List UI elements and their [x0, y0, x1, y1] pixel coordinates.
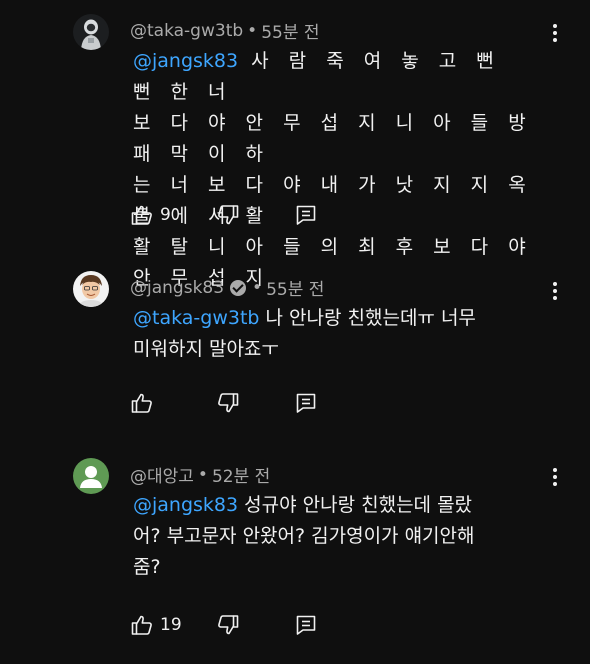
more-vertical-icon[interactable] — [548, 22, 562, 44]
mention-link[interactable]: @jangsk83 — [133, 494, 238, 516]
comment-meta: @taka-gw3tb • 55분 전 — [130, 18, 320, 44]
meta-separator: • — [247, 20, 258, 41]
like-button[interactable]: 9 — [130, 202, 171, 228]
author-handle[interactable]: @taka-gw3tb — [130, 21, 243, 41]
comment-time: 52분 전 — [211, 467, 271, 487]
comment-line: 줌? — [133, 556, 161, 578]
meta-separator: • — [252, 277, 263, 298]
like-count: 19 — [160, 615, 182, 635]
comment-line: 어? 부고문자 안왔어? 김가영이가 얘기안해 — [133, 525, 475, 547]
comment-meta: @jangsk83 • 55분 전 — [130, 275, 325, 301]
thumbs-down-icon — [218, 615, 239, 635]
reply-comment-icon — [296, 615, 316, 635]
comment-text: @taka-gw3tb 나 안나랑 친했는데ㅠ 너무 미워하지 말아죠ㅜ — [133, 303, 543, 365]
comment-line: 나 안나랑 친했는데ㅠ 너무 — [265, 307, 476, 329]
mention-link[interactable]: @taka-gw3tb — [133, 307, 259, 329]
avatar-default[interactable] — [73, 458, 109, 494]
comment-text: @jangsk83 사 람 죽 여 놓 고 뻔 뻔 한 너 보 다 야 안 무 … — [133, 46, 533, 294]
astronaut-avatar-icon — [73, 14, 109, 50]
reply-button[interactable] — [294, 612, 318, 638]
default-user-avatar-icon — [73, 458, 109, 494]
dislike-button[interactable] — [216, 612, 240, 638]
dislike-button[interactable] — [216, 202, 240, 228]
verified-check-icon — [230, 279, 247, 296]
like-count: 9 — [160, 205, 171, 225]
like-button[interactable] — [130, 390, 160, 416]
comment-line: 는 너 보 다 야 내 가 낫 지 지 옥 불 에 서 활 — [133, 174, 533, 227]
reply-comment-icon — [296, 393, 316, 413]
comment-time: 55분 전 — [261, 23, 320, 43]
comment-meta: @대앙고 • 52분 전 — [130, 462, 271, 488]
comment-line: 미워하지 말아죠ㅜ — [133, 338, 279, 360]
author-handle[interactable]: @jangsk83 — [130, 278, 224, 298]
comment-text: @jangsk83 성규야 안나랑 친했는데 몰랐 어? 부고문자 안왔어? 김… — [133, 490, 543, 583]
person-avatar-icon — [73, 271, 109, 307]
author-handle[interactable]: @대앙고 — [130, 462, 194, 487]
reply-button[interactable] — [294, 202, 318, 228]
reply-button[interactable] — [294, 390, 318, 416]
comment-line: 성규야 안나랑 친했는데 몰랐 — [244, 494, 473, 516]
reply-comment-icon — [296, 205, 316, 225]
more-vertical-icon[interactable] — [548, 280, 562, 302]
comment-time: 55분 전 — [266, 280, 325, 300]
like-button[interactable]: 19 — [130, 612, 182, 638]
dislike-button[interactable] — [216, 390, 240, 416]
thumbs-up-icon — [131, 393, 152, 413]
thumbs-up-icon — [131, 615, 152, 635]
avatar-person[interactable] — [73, 271, 109, 307]
thumbs-down-icon — [218, 205, 239, 225]
avatar-astronaut[interactable] — [73, 14, 109, 50]
thumbs-up-icon — [131, 205, 152, 225]
mention-link[interactable]: @jangsk83 — [133, 50, 238, 72]
comment-line: 보 다 야 안 무 섭 지 니 아 들 방 패 막 이 하 — [133, 112, 533, 165]
meta-separator: • — [197, 464, 208, 485]
thumbs-down-icon — [218, 393, 239, 413]
more-vertical-icon[interactable] — [548, 466, 562, 488]
